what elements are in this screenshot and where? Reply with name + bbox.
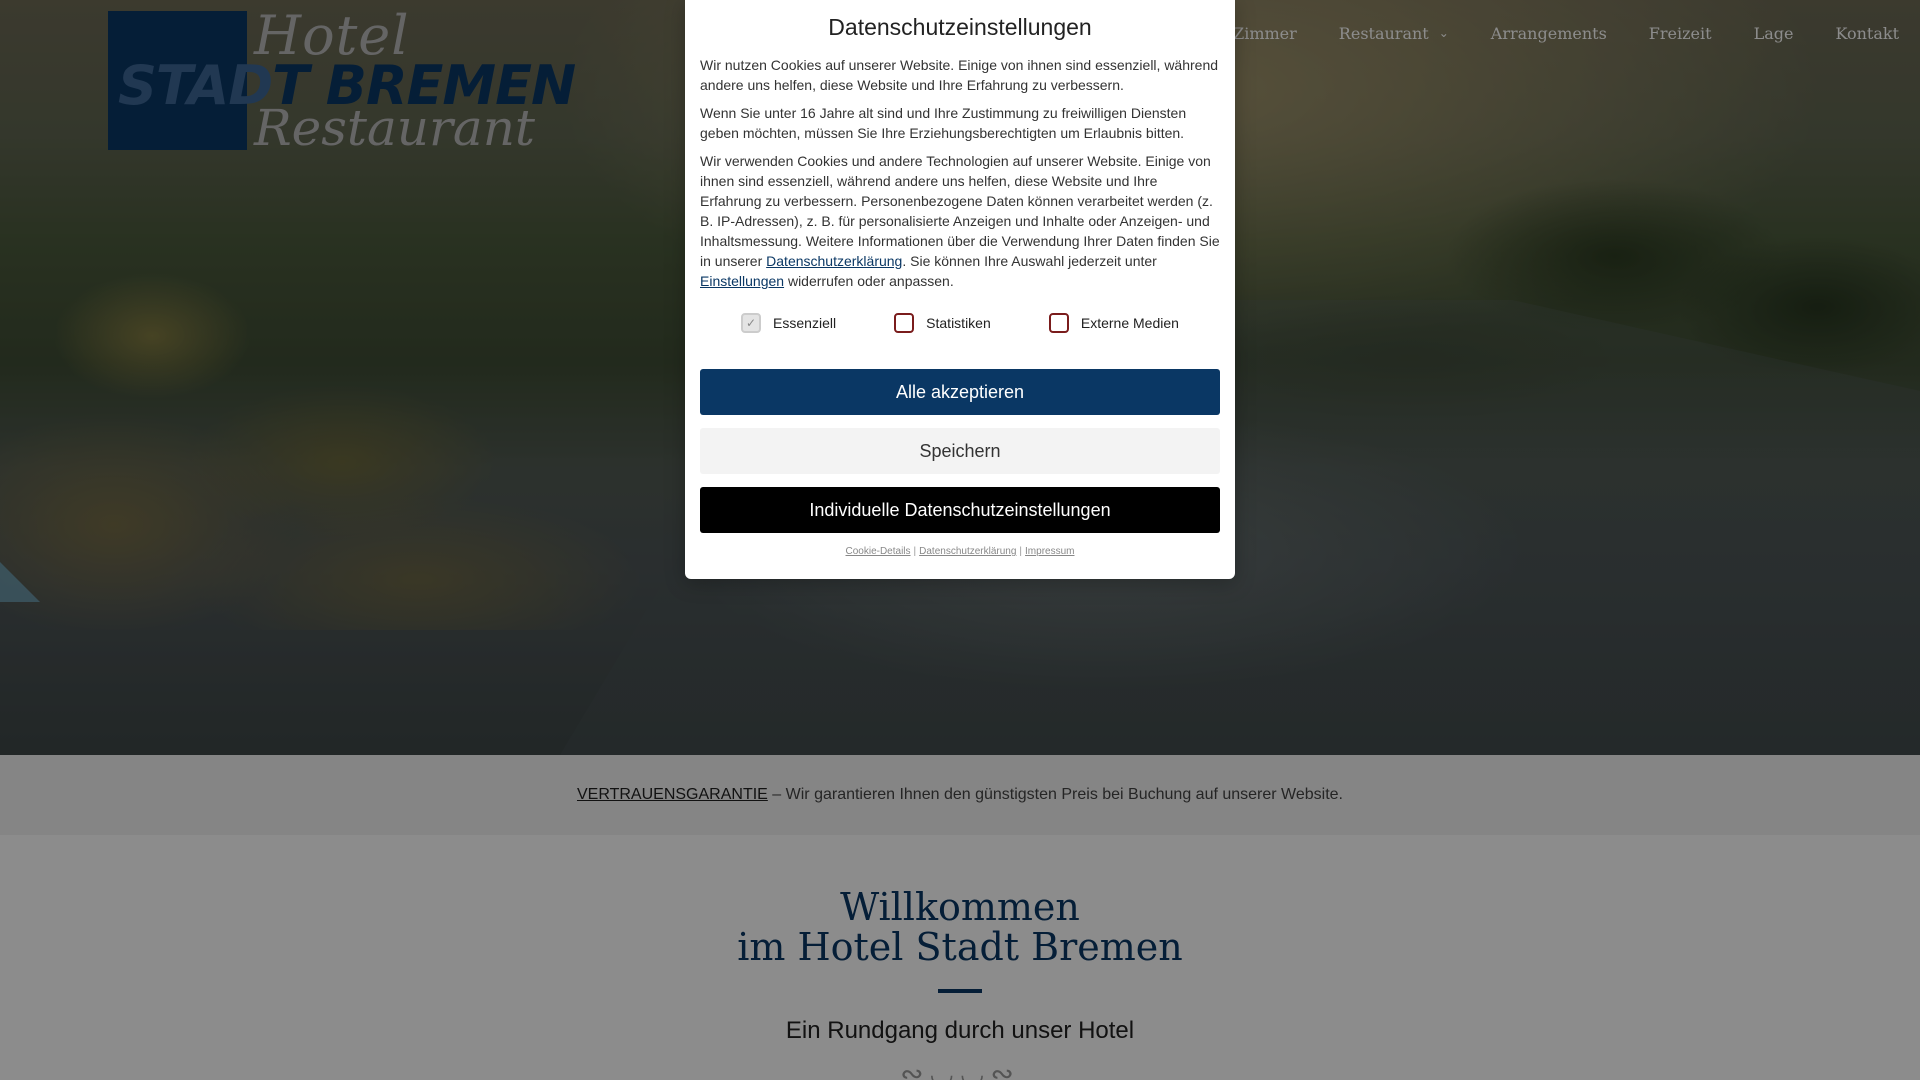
consent-paragraph-3: Wir verwenden Cookies und andere Technol… (700, 151, 1220, 291)
consent-categories: ✓ Essenziell Statistiken Externe Medien (700, 313, 1220, 333)
link-separator: | (913, 546, 917, 557)
checkbox-box (894, 313, 915, 333)
privacy-policy-link[interactable]: Datenschutzerklärung (766, 253, 902, 269)
consent-paragraph-1: Wir nutzen Cookies auf unserer Website. … (700, 57, 1219, 93)
cookie-consent-dialog: Datenschutzeinstellungen Wir nutzen Cook… (685, 0, 1235, 579)
settings-link[interactable]: Einstellungen (700, 273, 784, 289)
checkbox-externe-medien[interactable]: Externe Medien (1048, 313, 1179, 333)
imprint-link[interactable]: Impressum (1025, 546, 1074, 557)
individual-settings-button[interactable]: Individuelle Datenschutzeinstellungen (700, 487, 1220, 533)
consent-paragraph-3-text: . Sie können Ihre Auswahl jederzeit unte… (902, 253, 1157, 269)
checkbox-label: Externe Medien (1080, 315, 1179, 331)
check-icon: ✓ (741, 313, 762, 333)
consent-paragraph-3-text: widerrufen oder anpassen. (784, 273, 954, 289)
link-separator: | (1019, 546, 1023, 557)
consent-paragraph-3-text: Wir verwenden Cookies und andere Technol… (700, 153, 1220, 269)
checkbox-statistiken[interactable]: Statistiken (894, 313, 991, 333)
checkbox-label: Essenziell (773, 315, 837, 331)
checkbox-box (1048, 313, 1069, 333)
privacy-footer-link[interactable]: Datenschutzerklärung (919, 546, 1016, 557)
checkbox-essenziell[interactable]: ✓ Essenziell (741, 313, 836, 333)
accept-all-button[interactable]: Alle akzeptieren (700, 369, 1220, 415)
consent-paragraph-2: Wenn Sie unter 16 Jahre alt sind und Ihr… (700, 105, 1187, 141)
consent-title: Datenschutzeinstellungen (828, 14, 1092, 40)
save-button[interactable]: Speichern (700, 428, 1220, 474)
checkbox-label: Statistiken (926, 315, 991, 331)
cookie-details-link[interactable]: Cookie-Details (846, 546, 911, 557)
consent-footer-links: Cookie-Details | Datenschutzerklärung | Impr… (700, 546, 1220, 557)
